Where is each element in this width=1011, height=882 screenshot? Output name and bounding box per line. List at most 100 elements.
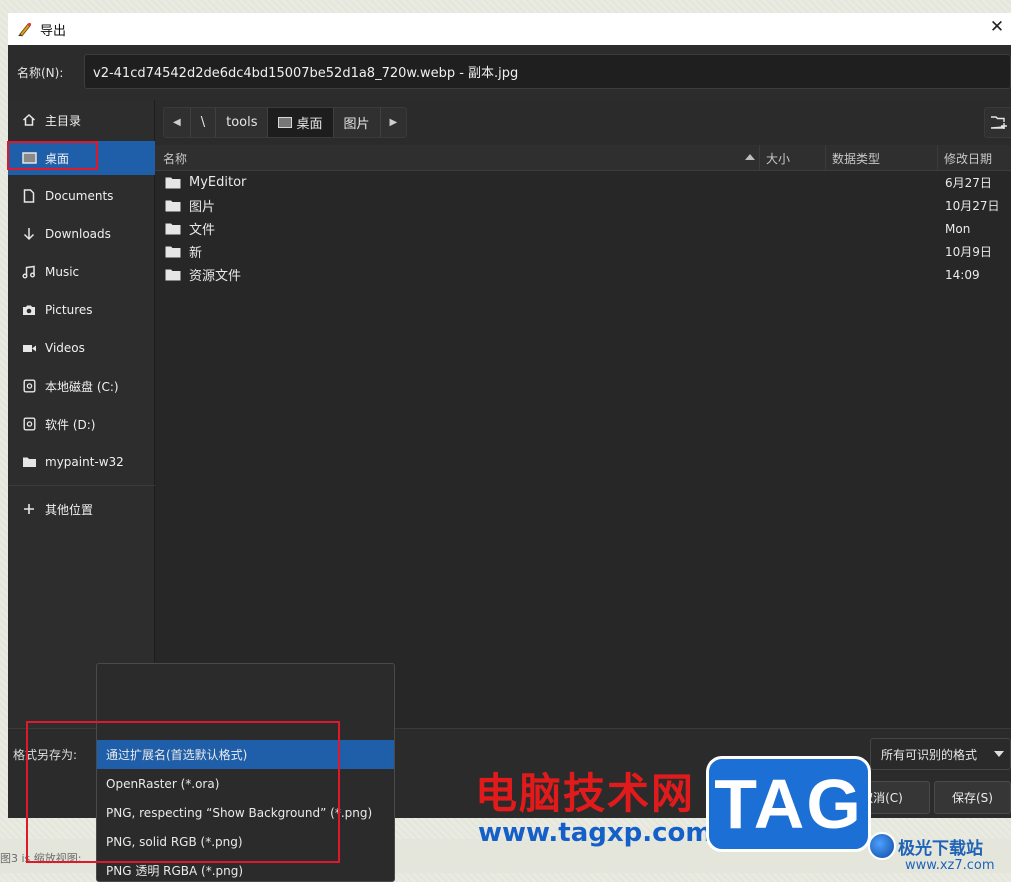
- plus-icon: [21, 501, 37, 517]
- sidebar-item-label: 本地磁盘 (C:): [45, 379, 119, 394]
- drive-icon: [21, 416, 37, 432]
- path-crumb[interactable]: tools: [216, 108, 269, 137]
- watermark-partner-url: www.xz7.com: [905, 858, 995, 873]
- watermark-partner-logo: [868, 832, 896, 860]
- sidebar-item-label: 其他位置: [45, 502, 94, 517]
- download-icon: [21, 226, 37, 242]
- sort-ascending-icon: [745, 154, 755, 160]
- format-option-by-extension[interactable]: 通过扩展名(首选默认格式): [97, 740, 394, 769]
- sidebar-item-label: 主目录: [45, 113, 82, 128]
- sidebar-item-label: Downloads: [45, 227, 111, 241]
- sidebar-item-label: mypaint-w32: [45, 455, 124, 469]
- format-option-png-solid[interactable]: PNG, solid RGB (*.png): [97, 827, 394, 856]
- format-option-png-background[interactable]: PNG, respecting “Show Background” (*.png…: [97, 798, 394, 827]
- filename-input[interactable]: [84, 54, 1011, 89]
- sidebar-item-label: Music: [45, 265, 80, 279]
- sidebar-item-drive-d[interactable]: 软件 (D:): [8, 407, 155, 441]
- title-bar: 导出 ✕: [8, 13, 1011, 45]
- column-size-label: 大小: [766, 151, 791, 166]
- sidebar-item-mypaint[interactable]: mypaint-w32: [8, 445, 155, 479]
- path-crumb[interactable]: 图片: [334, 108, 381, 137]
- places-sidebar: 主目录 桌面 Documents Downloads Music Picture…: [8, 100, 155, 728]
- sidebar-item-drive-c[interactable]: 本地磁盘 (C:): [8, 369, 155, 403]
- sidebar-item-downloads[interactable]: Downloads: [8, 217, 155, 251]
- list-item[interactable]: 图片 10月27日: [155, 194, 1011, 217]
- folder-icon: [165, 200, 181, 211]
- file-name: 新: [189, 246, 203, 261]
- desktop-icon: [278, 117, 293, 128]
- folder-icon: [21, 454, 37, 470]
- sidebar-separator: [8, 485, 155, 486]
- music-icon: [21, 264, 37, 280]
- column-type-label: 数据类型: [832, 151, 881, 166]
- app-icon: [18, 22, 32, 37]
- path-forward-button[interactable]: ▶: [381, 108, 407, 137]
- list-header: 名称 大小 数据类型 修改日期: [155, 145, 1011, 171]
- path-crumb-label: 桌面: [296, 117, 323, 132]
- file-name: MyEditor: [189, 175, 247, 190]
- status-text: 图3 is 缩放视图:: [0, 852, 82, 865]
- sidebar-item-other-locations[interactable]: 其他位置: [8, 492, 155, 526]
- document-icon: [21, 188, 37, 204]
- file-modified: 10月27日: [945, 199, 1000, 213]
- watermark-site-name: 电脑技术网: [475, 769, 696, 818]
- column-size[interactable]: 大小: [759, 145, 825, 171]
- home-icon: [21, 112, 37, 128]
- path-crumb[interactable]: \: [191, 108, 217, 137]
- file-filter-select[interactable]: 所有可识别的格式: [870, 738, 1011, 770]
- list-item[interactable]: 新 10月9日: [155, 240, 1011, 263]
- watermark-tag-text: TAG: [714, 765, 863, 843]
- folder-icon: [165, 177, 181, 188]
- window-title: 导出: [40, 23, 67, 39]
- video-icon: [21, 340, 37, 356]
- column-modified[interactable]: 修改日期: [937, 145, 1011, 171]
- file-name: 文件: [189, 223, 216, 238]
- close-icon[interactable]: ✕: [987, 17, 1007, 37]
- file-modified: 10月9日: [945, 245, 992, 259]
- folder-icon: [165, 246, 181, 257]
- column-type[interactable]: 数据类型: [825, 145, 937, 171]
- sidebar-item-home[interactable]: 主目录: [8, 103, 155, 137]
- folder-icon: [165, 223, 181, 234]
- save-button[interactable]: 保存(S): [934, 781, 1011, 814]
- path-back-button[interactable]: ◀: [164, 108, 191, 137]
- camera-icon: [21, 302, 37, 318]
- column-modified-label: 修改日期: [944, 151, 993, 166]
- desktop-icon: [21, 150, 37, 166]
- path-crumb-current[interactable]: 桌面: [268, 108, 334, 137]
- sidebar-item-label: 桌面: [45, 151, 70, 166]
- column-name-label: 名称: [163, 151, 188, 166]
- list-item[interactable]: 资源文件 14:09: [155, 263, 1011, 286]
- sidebar-item-label: Videos: [45, 341, 85, 355]
- sidebar-item-videos[interactable]: Videos: [8, 331, 155, 365]
- file-list: 名称 大小 数据类型 修改日期 MyEditor 6月27日 图片 10月27日: [155, 145, 1011, 728]
- filename-row: 名称(N):: [8, 45, 1011, 100]
- sidebar-item-music[interactable]: Music: [8, 255, 155, 289]
- list-item[interactable]: 文件 Mon: [155, 217, 1011, 240]
- sidebar-item-label: 软件 (D:): [45, 417, 96, 432]
- watermark-site-url: www.tagxp.com: [478, 818, 713, 848]
- file-modified: 14:09: [945, 267, 980, 282]
- file-filter-value: 所有可识别的格式: [881, 747, 978, 762]
- watermark-tag-logo: TAG: [706, 756, 871, 852]
- file-name: 资源文件: [189, 269, 242, 284]
- list-item[interactable]: MyEditor 6月27日: [155, 171, 1011, 194]
- format-option-png-rgba[interactable]: PNG 透明 RGBA (*.png): [97, 856, 394, 881]
- format-option-ora[interactable]: OpenRaster (*.ora): [97, 769, 394, 798]
- chevron-down-icon: [994, 751, 1004, 757]
- format-dropdown[interactable]: 通过扩展名(首选默认格式) OpenRaster (*.ora) PNG, re…: [96, 663, 395, 882]
- file-name: 图片: [189, 200, 216, 215]
- sidebar-item-desktop[interactable]: 桌面: [8, 141, 155, 175]
- save-button-label: 保存(S): [952, 791, 993, 805]
- column-name[interactable]: 名称: [155, 145, 759, 171]
- new-folder-button[interactable]: [984, 107, 1011, 138]
- sidebar-item-pictures[interactable]: Pictures: [8, 293, 155, 327]
- sidebar-item-documents[interactable]: Documents: [8, 179, 155, 213]
- file-modified: Mon: [945, 221, 971, 236]
- watermark-partner-name: 极光下载站: [898, 839, 983, 859]
- sidebar-item-label: Pictures: [45, 303, 93, 317]
- path-bar: ◀ \ tools 桌面 图片 ▶: [163, 107, 408, 138]
- drive-icon: [21, 378, 37, 394]
- folder-icon: [165, 269, 181, 280]
- filename-label: 名称(N):: [17, 66, 64, 80]
